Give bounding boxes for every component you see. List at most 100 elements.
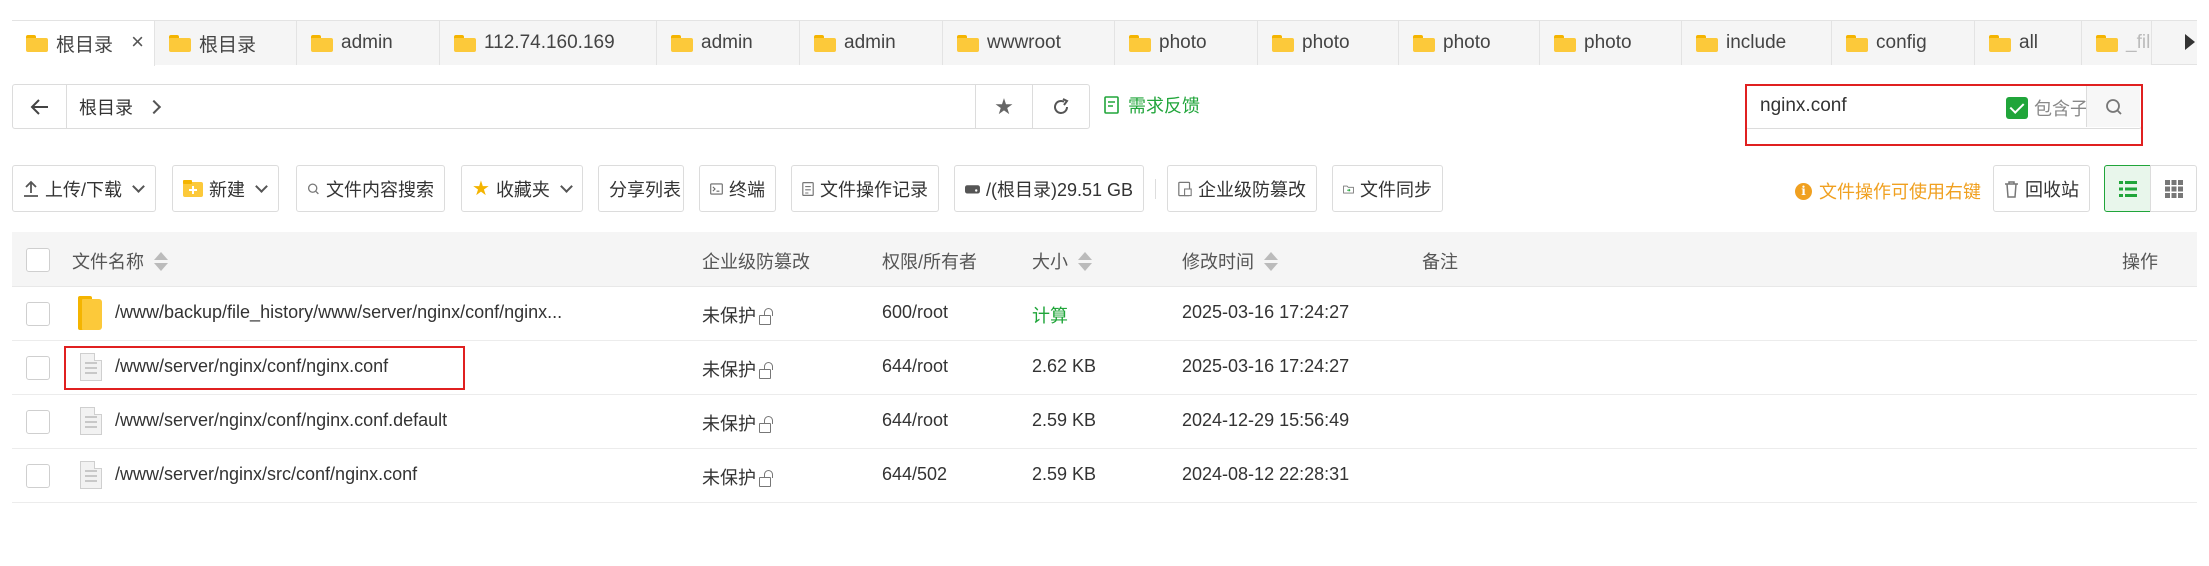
file-name-link[interactable]: /www/server/nginx/src/conf/nginx.conf [115, 464, 417, 485]
tab-include[interactable]: include [1682, 21, 1832, 65]
divider [1155, 179, 1156, 199]
row-checkbox[interactable] [26, 464, 50, 488]
tamper-status[interactable]: 未保护 [702, 464, 773, 490]
permission-link[interactable]: 644/502 [882, 464, 947, 485]
tamper-status[interactable]: 未保护 [702, 356, 773, 382]
tab-photo-2[interactable]: photo [1258, 21, 1399, 65]
content-search-button[interactable]: 文件内容搜索 [296, 165, 445, 212]
sort-icon[interactable] [1264, 251, 1278, 271]
new-button[interactable]: 新建 [172, 165, 279, 212]
column-mtime-label: 修改时间 [1182, 252, 1254, 272]
path-bar: 根目录 ★ [12, 84, 1090, 129]
disk-button[interactable]: /(根目录)29.51 GB [954, 165, 1144, 212]
terminal-button[interactable]: 终端 [699, 165, 776, 212]
info-icon: i [1795, 182, 1812, 200]
table-row[interactable]: /www/backup/file_history/www/server/ngin… [12, 287, 2197, 341]
select-all-checkbox[interactable] [26, 248, 50, 272]
upload-download-button[interactable]: 上传/下载 [12, 165, 156, 212]
tamper-button[interactable]: 企业级防篡改 [1167, 165, 1317, 212]
tab-admin-2[interactable]: admin [657, 21, 800, 65]
tab-bar: 根目录 × 根目录 admin 112.74.160.169 admin adm… [12, 20, 2197, 66]
sort-icon[interactable] [154, 251, 168, 271]
tab-label: include [1726, 32, 1787, 53]
calculate-size-link[interactable]: 计算 [1032, 302, 1068, 328]
tab-root[interactable]: 根目录 [155, 21, 297, 65]
column-mtime[interactable]: 修改时间 [1182, 248, 1278, 274]
star-icon: ★ [472, 178, 490, 200]
list-view-button[interactable] [2104, 165, 2151, 212]
folder-icon [814, 34, 836, 52]
tab-photo[interactable]: photo [1115, 21, 1258, 65]
table-row[interactable]: /www/server/nginx/conf/nginx.conf 未保护 64… [12, 341, 2197, 395]
new-folder-icon [183, 180, 203, 197]
permission-link[interactable]: 644/root [882, 410, 948, 431]
op-log-button[interactable]: 文件操作记录 [791, 165, 939, 212]
tab-config[interactable]: config [1832, 21, 1975, 65]
content-search-label: 文件内容搜索 [326, 179, 434, 200]
row-checkbox[interactable] [26, 356, 50, 380]
table-row[interactable]: /www/server/nginx/src/conf/nginx.conf 未保… [12, 449, 2197, 503]
recycle-bin-button[interactable]: 回收站 [1993, 165, 2090, 212]
mtime: 2024-08-12 22:28:31 [1182, 464, 1350, 484]
favorite-button[interactable]: ★ [975, 85, 1032, 128]
include-subdirs-checkbox[interactable] [2006, 97, 2028, 119]
sync-button[interactable]: 文件同步 [1332, 165, 1443, 212]
folder-icon [957, 34, 979, 52]
tab-ip[interactable]: 112.74.160.169 [440, 21, 657, 65]
search-button[interactable] [2086, 86, 2140, 127]
search-icon [307, 182, 319, 194]
breadcrumb-root[interactable]: 根目录 [79, 94, 133, 120]
file-icon [80, 461, 102, 489]
table-row[interactable]: /www/server/nginx/conf/nginx.conf.defaul… [12, 395, 2197, 449]
tab-wwwroot[interactable]: wwwroot [943, 21, 1115, 65]
back-button[interactable] [13, 85, 67, 128]
mtime: 2025-03-16 17:24:27 [1182, 302, 1350, 322]
search-input[interactable] [1760, 95, 1990, 117]
share-list-button[interactable]: 分享列表 [598, 165, 684, 212]
refresh-button[interactable] [1032, 85, 1089, 128]
new-label: 新建 [209, 179, 245, 200]
column-perm-label: 权限/所有者 [882, 252, 978, 272]
tip-label: 文件操作可使用右键 [1819, 182, 1981, 202]
breadcrumb[interactable]: 根目录 [67, 94, 975, 120]
file-name-link[interactable]: /www/server/nginx/conf/nginx.conf [115, 356, 388, 377]
tab-label: photo [1159, 32, 1207, 53]
chevron-right-icon [146, 99, 162, 114]
folder-icon [169, 34, 191, 52]
folder-icon [1554, 34, 1576, 52]
tab-label: photo [1584, 32, 1632, 53]
terminal-icon [710, 182, 723, 195]
tab-admin-3[interactable]: admin [800, 21, 943, 65]
folder-icon [1129, 34, 1151, 52]
column-name[interactable]: 文件名称 [72, 248, 168, 274]
tab-photo-4[interactable]: photo [1540, 21, 1682, 65]
tab-all[interactable]: all [1975, 21, 2082, 65]
grid-view-button[interactable] [2150, 165, 2197, 212]
folder-icon [311, 34, 333, 52]
tab-scroll-right-icon[interactable] [2185, 34, 2195, 50]
permission-link[interactable]: 600/root [882, 302, 948, 323]
tab-root-active[interactable]: 根目录 × [12, 21, 155, 66]
close-icon[interactable]: × [131, 29, 144, 55]
tab-admin[interactable]: admin [297, 21, 440, 65]
tab-photo-3[interactable]: photo [1399, 21, 1540, 65]
column-size[interactable]: 大小 [1032, 248, 1092, 274]
log-icon [802, 181, 814, 196]
lock-icon [759, 470, 773, 487]
row-checkbox[interactable] [26, 302, 50, 326]
file-name-link[interactable]: /www/backup/file_history/www/server/ngin… [115, 302, 562, 323]
tab-label: _file [2126, 32, 2151, 53]
row-checkbox[interactable] [26, 410, 50, 434]
column-size-label: 大小 [1032, 252, 1068, 272]
permission-link[interactable]: 644/root [882, 356, 948, 377]
folder-icon [1989, 34, 2011, 52]
tab-file-partial[interactable]: _file [2082, 21, 2152, 65]
feedback-link[interactable]: 需求反馈 [1104, 92, 1200, 118]
file-name-link[interactable]: /www/server/nginx/conf/nginx.conf.defaul… [115, 410, 447, 431]
share-list-label: 分享列表 [609, 179, 681, 200]
upload-label: 上传/下载 [45, 179, 123, 200]
tamper-status[interactable]: 未保护 [702, 410, 773, 436]
favorites-button[interactable]: ★ 收藏夹 [461, 165, 583, 212]
tamper-status[interactable]: 未保护 [702, 302, 773, 328]
sort-icon[interactable] [1078, 251, 1092, 271]
